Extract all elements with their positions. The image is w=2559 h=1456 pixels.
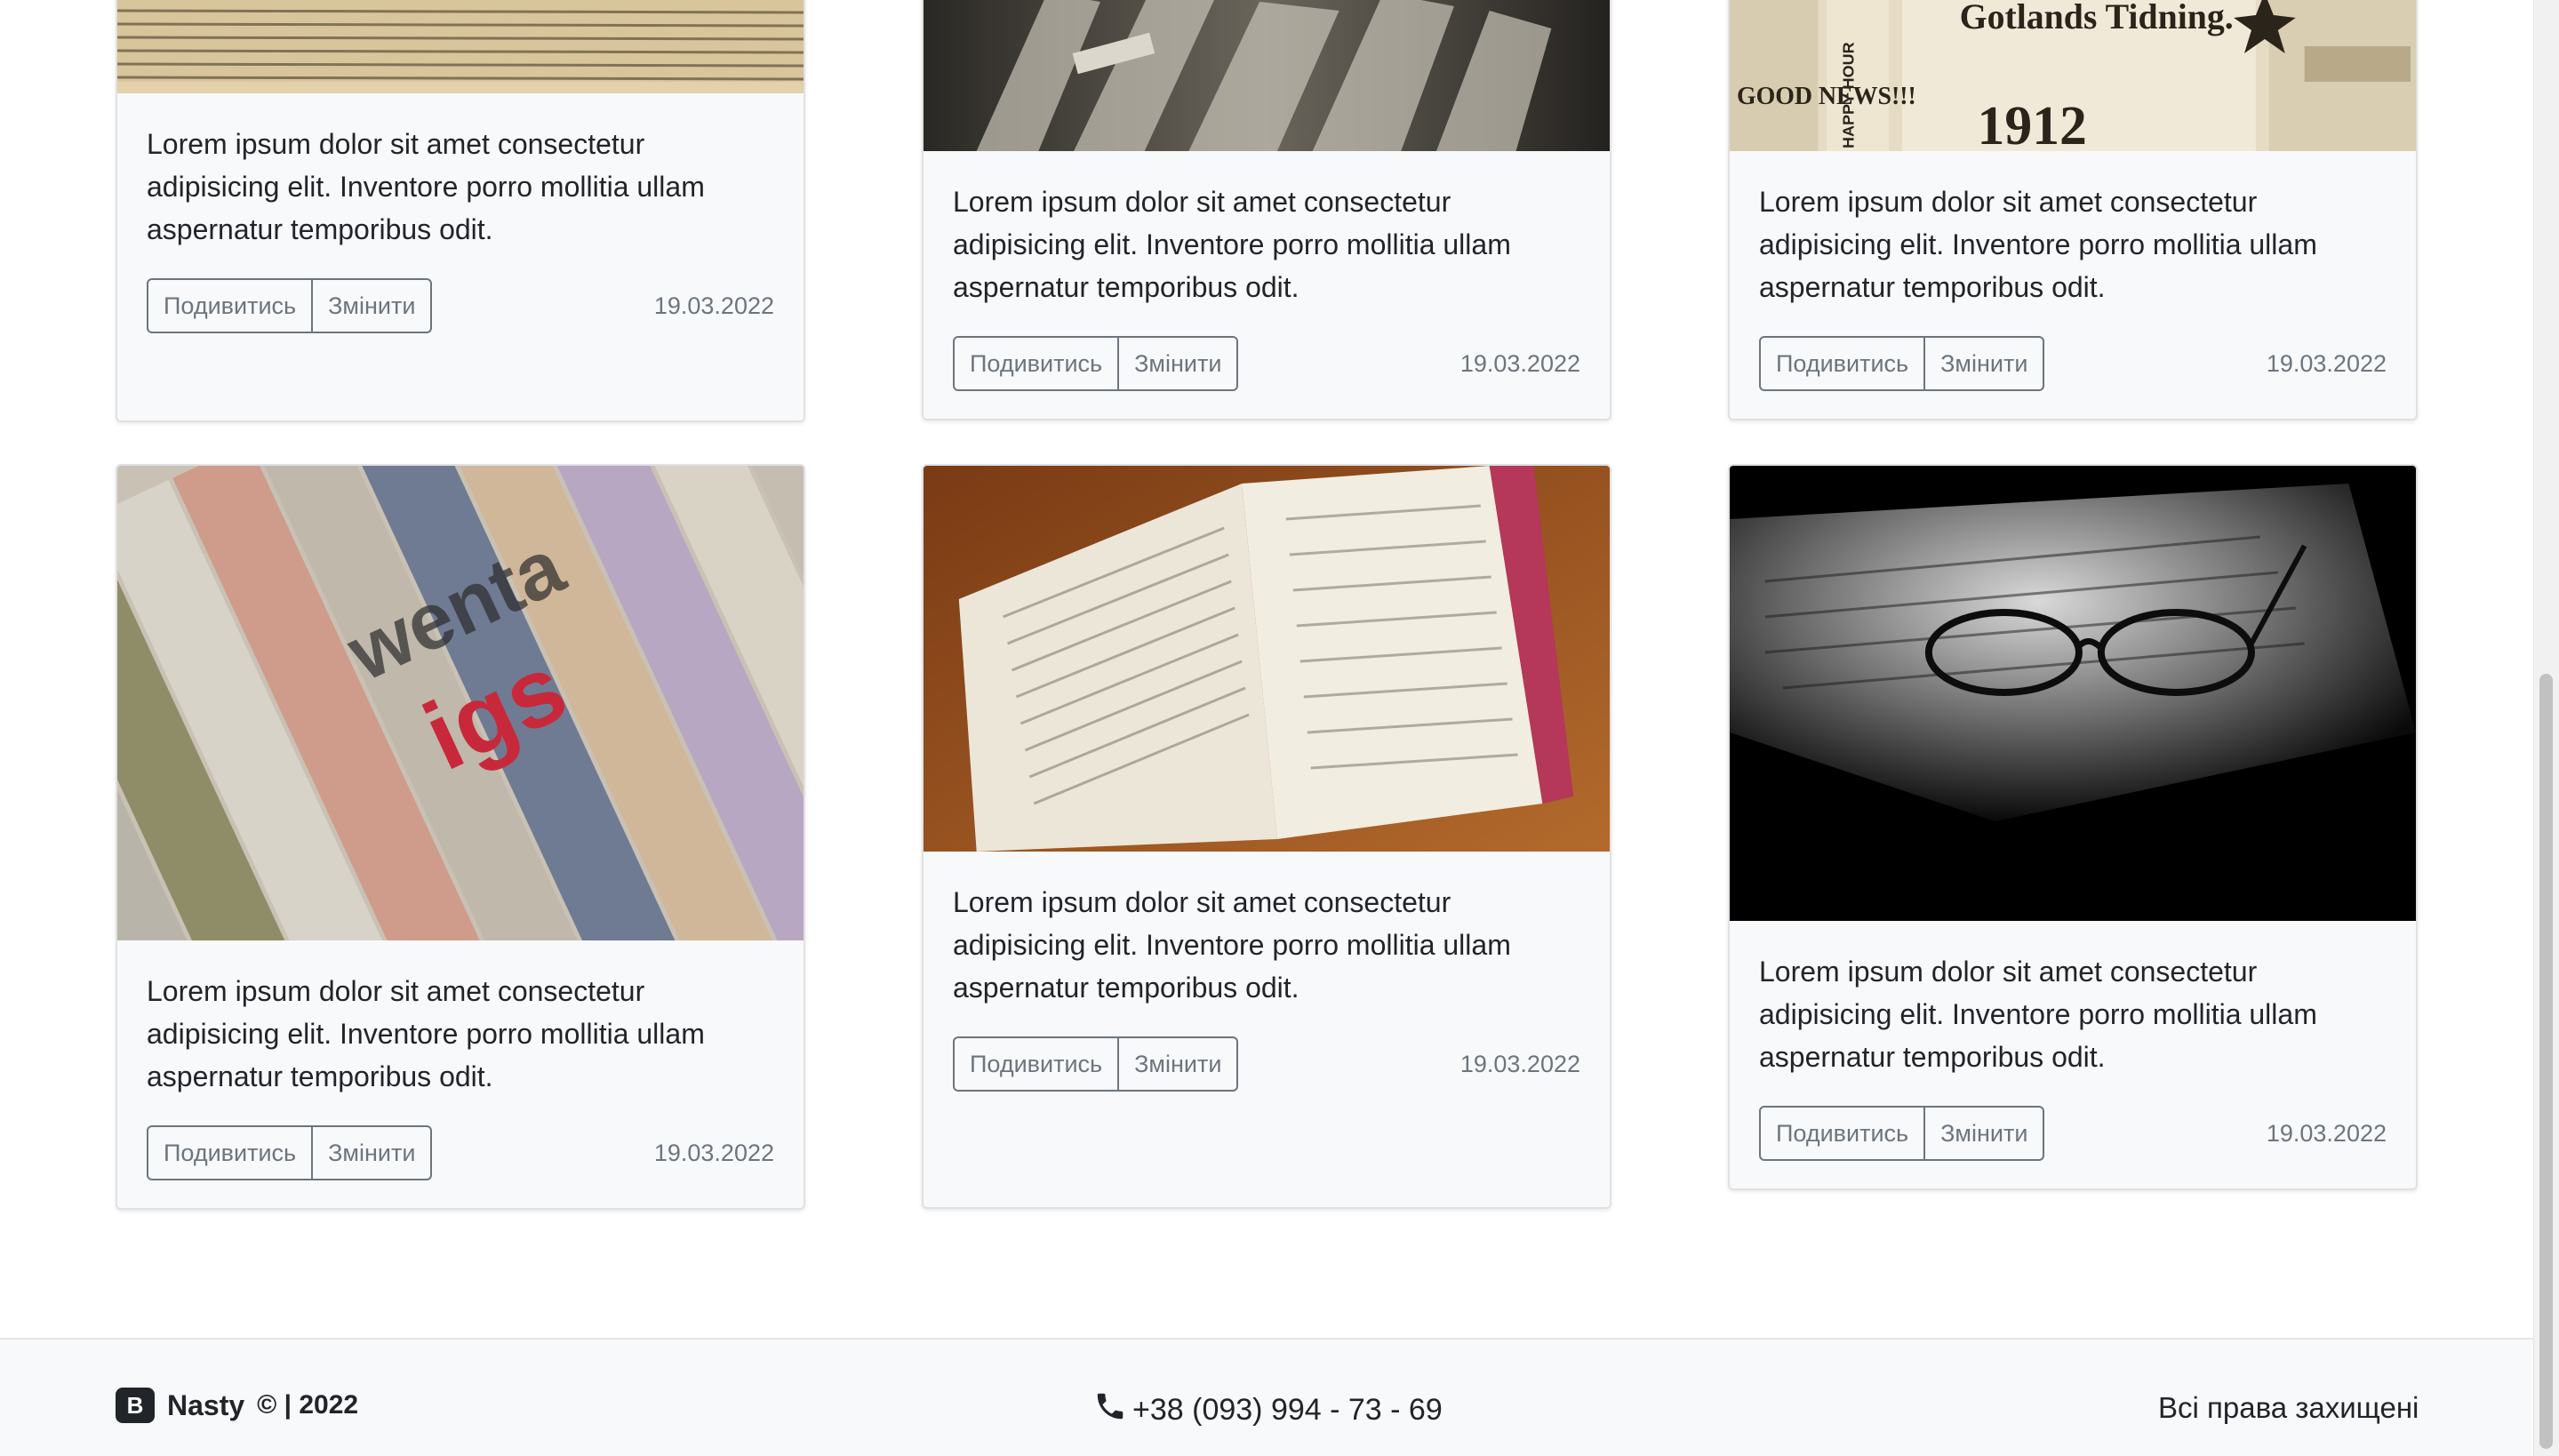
card-body: Lorem ipsum dolor sit amet consectetur a… [924, 151, 1610, 391]
card-image: GOOD NEWS!!! Gotlands Tidning. 1912 HAPP… [1730, 0, 2416, 151]
card-image [117, 0, 804, 93]
footer-phone: +38 (093) 994 - 73 - 69 [1093, 1389, 1443, 1431]
view-button[interactable]: Подивитись [953, 1036, 1120, 1092]
news-card: igs wenta Lorem ipsum dolor sit amet con… [116, 464, 805, 1210]
card-button-group: Подивитись Змінити [1759, 1106, 2045, 1161]
card-date: 19.03.2022 [2266, 349, 2387, 377]
card-body: Lorem ipsum dolor sit amet consectetur a… [117, 93, 804, 333]
view-button[interactable]: Подивитись [147, 278, 314, 333]
footer-brand: B Nasty © | 2022 [116, 1388, 358, 1423]
copyright-text: © | 2022 [257, 1390, 359, 1420]
card-text: Lorem ipsum dolor sit amet consectetur a… [953, 186, 1511, 303]
card-body: Lorem ipsum dolor sit amet consectetur a… [1730, 151, 2416, 391]
brand-name: Nasty [167, 1388, 245, 1421]
card-date: 19.03.2022 [1459, 349, 1580, 377]
card-text: Lorem ipsum dolor sit amet consectetur a… [953, 886, 1511, 1004]
edit-button[interactable]: Змінити [1925, 336, 2045, 391]
phone-icon [1093, 1389, 1127, 1431]
card-text: Lorem ipsum dolor sit amet consectetur a… [1759, 186, 2317, 303]
card-date: 19.03.2022 [1459, 1050, 1580, 1077]
view-button[interactable]: Подивитись [953, 336, 1120, 391]
edit-button[interactable]: Змінити [313, 1125, 433, 1180]
masthead-text: Gotlands Tidning. [1960, 0, 2234, 36]
happy-hour-text: HAPPY HOUR [1839, 42, 1857, 148]
edit-button[interactable]: Змінити [1925, 1106, 2045, 1161]
card-body: Lorem ipsum dolor sit amet consectetur a… [117, 940, 804, 1180]
card-button-group: Подивитись Змінити [147, 1125, 433, 1180]
news-card: Lorem ipsum dolor sit amet consectetur a… [922, 0, 1611, 420]
card-button-group: Подивитись Змінити [147, 278, 433, 333]
year-text: 1912 [1978, 96, 2087, 151]
card-button-group: Подивитись Змінити [953, 336, 1239, 391]
page-footer: B Nasty © | 2022 +38 (093) 994 - 73 - 69… [0, 1338, 2533, 1456]
card-image [924, 466, 1610, 852]
card-body: Lorem ipsum dolor sit amet consectetur a… [1730, 921, 2416, 1161]
card-button-group: Подивитись Змінити [953, 1036, 1239, 1092]
card-text: Lorem ipsum dolor sit amet consectetur a… [147, 128, 705, 245]
good-news-text: GOOD NEWS!!! [1737, 83, 1916, 110]
card-text: Lorem ipsum dolor sit amet consectetur a… [147, 975, 705, 1092]
card-image: igs wenta [117, 466, 804, 940]
news-card: Lorem ipsum dolor sit amet consectetur a… [922, 464, 1611, 1209]
card-date: 19.03.2022 [653, 1139, 774, 1166]
edit-button[interactable]: Змінити [1119, 1036, 1239, 1092]
news-card: GOOD NEWS!!! Gotlands Tidning. 1912 HAPP… [1728, 0, 2418, 420]
card-date: 19.03.2022 [2266, 1119, 2387, 1147]
card-text: Lorem ipsum dolor sit amet consectetur a… [1759, 956, 2317, 1073]
phone-number[interactable]: +38 (093) 994 - 73 - 69 [1132, 1393, 1443, 1428]
bootstrap-logo-icon[interactable]: B [116, 1388, 155, 1423]
edit-button[interactable]: Змінити [1119, 336, 1239, 391]
scrollbar-thumb[interactable] [2539, 674, 2553, 1449]
card-image [1730, 466, 2416, 921]
view-button[interactable]: Подивитись [147, 1125, 314, 1180]
card-body: Lorem ipsum dolor sit amet consectetur a… [924, 852, 1610, 1092]
news-card: Lorem ipsum dolor sit amet consectetur a… [1728, 464, 2418, 1190]
view-button[interactable]: Подивитись [1759, 1106, 1926, 1161]
card-button-group: Подивитись Змінити [1759, 336, 2045, 391]
card-date: 19.03.2022 [653, 292, 774, 319]
view-button[interactable]: Подивитись [1759, 336, 1926, 391]
rights-reserved-text: Всі права захищені [2158, 1391, 2419, 1424]
edit-button[interactable]: Змінити [313, 278, 433, 333]
card-image [924, 0, 1610, 151]
news-card: Lorem ipsum dolor sit amet consectetur a… [116, 0, 805, 422]
